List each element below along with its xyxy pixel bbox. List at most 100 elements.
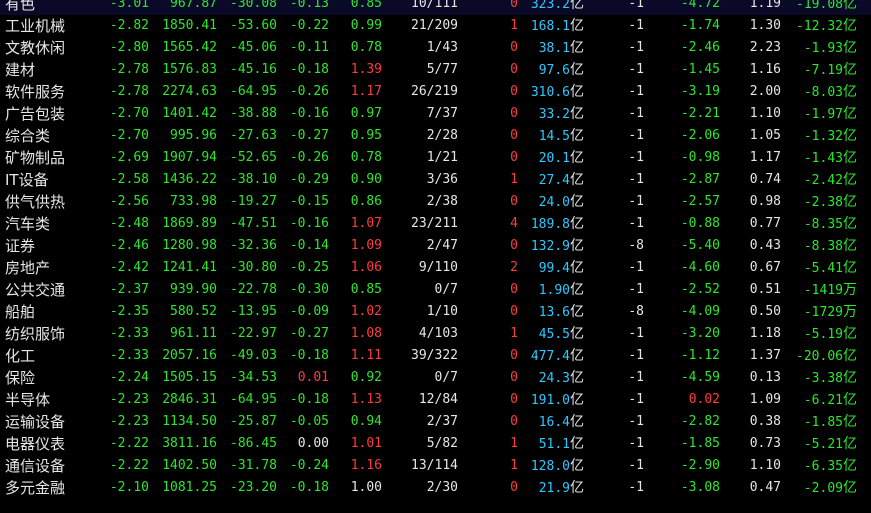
turnover-value: 33.2	[538, 107, 570, 122]
metric-3: 0.67	[749, 260, 781, 275]
index-price: 1401.42	[162, 106, 217, 121]
rise-speed: -0.18	[289, 348, 329, 363]
table-row[interactable]: 有色 -3.01 967.87 -30.08 -0.13 0.85 10/111 0 323.2…	[0, 0, 871, 15]
metric-2: -3.20	[680, 326, 720, 341]
turnover-amount: 14.5 亿	[539, 125, 584, 148]
metric-2: -1.45	[680, 62, 720, 77]
table-row[interactable]: 船舶 -2.35 580.52 -13.95 -0.09 1.02 1/10 0 13.6 亿 -8…	[0, 301, 871, 323]
turnover-amount: 16.4 亿	[539, 411, 584, 434]
up-down-count: 12/84	[418, 392, 458, 407]
sector-name: 广告包装	[5, 105, 66, 123]
table-row[interactable]: 多元金融 -2.10 1081.25 -23.20 -0.18 1.00 2/30 0 21.9…	[0, 477, 871, 499]
change-percent: -2.37	[109, 282, 149, 297]
rise-speed: -0.18	[289, 480, 329, 495]
metric-1: -1	[628, 0, 644, 11]
change-amount: -25.87	[230, 414, 277, 429]
metric-1: -1	[628, 348, 644, 363]
leading-count: 1	[510, 172, 518, 187]
sector-name: 电器仪表	[5, 435, 66, 453]
rise-speed: -0.18	[289, 62, 329, 77]
metric-1: -1	[628, 128, 644, 143]
volume-ratio: 0.97	[350, 106, 382, 121]
table-row[interactable]: 建材 -2.78 1576.83 -45.16 -0.18 1.39 5/77 0 97.6 亿 -…	[0, 59, 871, 81]
turnover-amount: 1.90 亿	[539, 279, 584, 302]
rise-speed: -0.30	[289, 282, 329, 297]
table-row[interactable]: 文教休闲 -2.80 1565.42 -45.06 -0.11 0.78 1/43 0 38.1…	[0, 37, 871, 59]
sector-name: 供气供热	[5, 193, 66, 211]
turnover-value: 38.1	[538, 41, 570, 56]
metric-2: -3.19	[680, 84, 720, 99]
table-row[interactable]: IT设备 -2.58 1436.22 -38.10 -0.29 0.90 3/36 1 27.4…	[0, 169, 871, 191]
change-amount: -19.27	[230, 194, 277, 209]
turnover-unit: 亿	[570, 62, 584, 78]
metric-1: -1	[628, 18, 644, 33]
index-price: 1505.15	[162, 370, 217, 385]
index-price: 1241.41	[162, 260, 217, 275]
table-row[interactable]: 保险 -2.24 1505.15 -34.53 0.01 0.92 0/7 0 24.3 亿 -1-…	[0, 367, 871, 389]
net-inflow-unit: 亿	[843, 150, 857, 166]
leading-count: 0	[510, 40, 518, 55]
turnover-unit: 亿	[570, 172, 584, 188]
turnover-value: 128.0	[530, 459, 570, 474]
turnover-unit: 亿	[570, 326, 584, 342]
volume-ratio: 0.90	[350, 172, 382, 187]
metric-1: -1	[628, 480, 644, 495]
table-row[interactable]: 公共交通 -2.37 939.90 -22.78 -0.30 0.85 0/7 0 1.90 亿 -…	[0, 279, 871, 301]
metric-1: -1	[628, 216, 644, 231]
leading-count: 2	[510, 260, 518, 275]
metric-3: 1.17	[749, 150, 781, 165]
table-row[interactable]: 运输设备 -2.23 1134.50 -25.87 -0.05 0.94 2/37 0 16.4…	[0, 411, 871, 433]
metric-2: -1.74	[680, 18, 720, 33]
net-inflow-unit: 亿	[843, 106, 857, 122]
table-row[interactable]: 综合类 -2.70 995.96 -27.63 -0.27 0.95 2/28 0 14.5 亿 -…	[0, 125, 871, 147]
rise-speed: -0.15	[289, 194, 329, 209]
table-row[interactable]: 软件服务 -2.78 2274.63 -64.95 -0.26 1.17 26/219 0 31…	[0, 81, 871, 103]
index-price: 1134.50	[162, 414, 217, 429]
net-inflow-value: -5.21	[803, 437, 843, 452]
net-inflow: -1.85 亿	[804, 411, 857, 434]
leading-count: 0	[510, 392, 518, 407]
table-row[interactable]: 工业机械 -2.82 1850.41 -53.60 -0.22 0.99 21/209 1 16…	[0, 15, 871, 37]
change-amount: -64.95	[230, 392, 277, 407]
change-amount: -52.65	[230, 150, 277, 165]
table-row[interactable]: 通信设备 -2.22 1402.50 -31.78 -0.24 1.16 13/114 1 12…	[0, 455, 871, 477]
table-row[interactable]: 电器仪表 -2.22 3811.16 -86.45 0.00 1.01 5/82 1 51.1 亿…	[0, 433, 871, 455]
sector-name: 工业机械	[5, 17, 66, 35]
rise-speed: -0.18	[289, 392, 329, 407]
sector-name: 有色	[5, 0, 36, 13]
table-row[interactable]: 供气供热 -2.56 733.98 -19.27 -0.15 0.86 2/38 0 24.0 亿…	[0, 191, 871, 213]
turnover-amount: 21.9 亿	[539, 477, 584, 500]
net-inflow-unit: 亿	[843, 40, 857, 56]
metric-3: 0.13	[749, 370, 781, 385]
index-price: 1081.25	[162, 480, 217, 495]
change-percent: -2.69	[109, 150, 149, 165]
table-row[interactable]: 房地产 -2.42 1241.41 -30.80 -0.25 1.06 9/110 2 99.4…	[0, 257, 871, 279]
table-row[interactable]: 半导体 -2.23 2846.31 -64.95 -0.18 1.13 12/84 0 191.…	[0, 389, 871, 411]
table-row[interactable]: 矿物制品 -2.69 1907.94 -52.65 -0.26 0.78 1/21 0 20.1…	[0, 147, 871, 169]
net-inflow-unit: 亿	[843, 194, 857, 210]
metric-3: 1.19	[749, 0, 781, 11]
net-inflow: -6.21 亿	[804, 389, 857, 412]
change-percent: -2.23	[109, 392, 149, 407]
up-down-count: 1/43	[426, 40, 458, 55]
net-inflow: -19.08 亿	[796, 0, 857, 16]
turnover-amount: 27.4 亿	[539, 169, 584, 192]
table-row[interactable]: 汽车类 -2.48 1869.89 -47.51 -0.16 1.07 23/211 4 189…	[0, 213, 871, 235]
net-inflow: -2.09 亿	[804, 477, 857, 500]
change-percent: -2.82	[109, 18, 149, 33]
index-price: 733.98	[170, 194, 217, 209]
turnover-unit: 亿	[570, 414, 584, 430]
leading-count: 1	[510, 18, 518, 33]
index-price: 1576.83	[162, 62, 217, 77]
metric-3: 2.23	[749, 40, 781, 55]
table-row[interactable]: 广告包装 -2.70 1401.42 -38.88 -0.16 0.97 7/37 0 33.2…	[0, 103, 871, 125]
table-row[interactable]: 化工 -2.33 2057.16 -49.03 -0.18 1.11 39/322 0 477.…	[0, 345, 871, 367]
change-percent: -2.22	[109, 436, 149, 451]
turnover-value: 24.3	[538, 371, 570, 386]
rise-speed: -0.16	[289, 106, 329, 121]
metric-2: -4.09	[680, 304, 720, 319]
table-row[interactable]: 纺织服饰 -2.33 961.11 -22.97 -0.27 1.08 4/103 1 45.5…	[0, 323, 871, 345]
table-row[interactable]: 证券 -2.46 1280.98 -32.36 -0.14 1.09 2/47 0 132.9 亿…	[0, 235, 871, 257]
turnover-unit: 亿	[570, 194, 584, 210]
up-down-count: 2/30	[426, 480, 458, 495]
